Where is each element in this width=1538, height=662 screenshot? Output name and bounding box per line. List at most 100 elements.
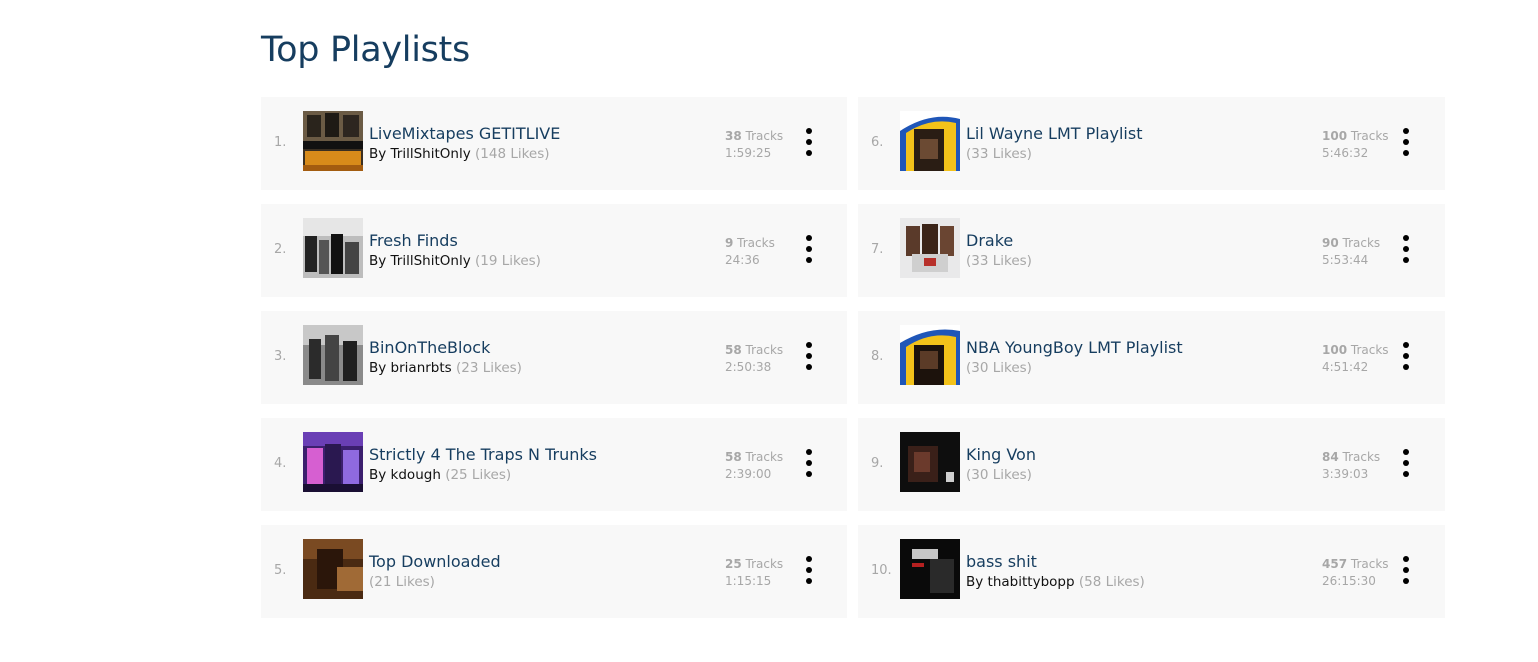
more-options-icon[interactable]: [1398, 342, 1414, 370]
more-options-icon[interactable]: [1398, 449, 1414, 477]
playlist-stats: 58 Tracks 2:50:38: [725, 342, 783, 376]
tracks-label: Tracks: [1338, 236, 1381, 250]
track-count-value: 90: [1322, 236, 1339, 250]
playlist-meta: By kdough (25 Likes): [369, 467, 511, 483]
playlist-cover-art[interactable]: [900, 539, 960, 599]
playlist-stats: 90 Tracks 5:53:44: [1322, 235, 1380, 269]
playlist-likes: (23 Likes): [456, 360, 522, 376]
playlist-stats: 100 Tracks 5:46:32: [1322, 128, 1389, 162]
playlist-card[interactable]: 2. Fresh Finds By TrillShitOnly (19 Like…: [261, 204, 847, 297]
playlist-meta: By TrillShitOnly (148 Likes): [369, 146, 550, 162]
playlist-rank: 2.: [274, 242, 287, 257]
playlist-name[interactable]: LiveMixtapes GETITLIVE: [369, 124, 560, 143]
playlist-likes: (21 Likes): [369, 574, 435, 590]
more-options-icon[interactable]: [1398, 128, 1414, 156]
playlist-cover-art[interactable]: [900, 325, 960, 385]
playlist-duration: 2:50:38: [725, 360, 772, 374]
playlist-name[interactable]: NBA YoungBoy LMT Playlist: [966, 338, 1183, 357]
playlist-name[interactable]: Strictly 4 The Traps N Trunks: [369, 445, 597, 464]
more-options-icon[interactable]: [801, 342, 817, 370]
track-count: 100 Tracks: [1322, 342, 1389, 359]
playlist-cover-art[interactable]: [900, 432, 960, 492]
track-count-value: 38: [725, 129, 742, 143]
track-count-value: 457: [1322, 557, 1348, 571]
tracks-label: Tracks: [1347, 343, 1389, 357]
playlist-cover-art[interactable]: [900, 218, 960, 278]
tracks-label: Tracks: [733, 236, 775, 250]
playlist-stats: 58 Tracks 2:39:00: [725, 449, 783, 483]
playlist-meta: (33 Likes): [966, 146, 1032, 162]
tracks-label: Tracks: [1347, 557, 1389, 571]
playlist-meta: By thabittybopp (58 Likes): [966, 574, 1145, 590]
playlist-card[interactable]: 9. King Von (30 Likes) 84 Tracks 3:39:03: [858, 418, 1445, 511]
by-prefix: By: [369, 467, 391, 483]
playlist-likes: (33 Likes): [966, 146, 1032, 162]
playlist-name[interactable]: Drake: [966, 231, 1013, 250]
playlist-cover-art[interactable]: [303, 539, 363, 599]
playlist-cover-art[interactable]: [900, 111, 960, 171]
more-options-icon[interactable]: [801, 556, 817, 584]
track-count: 38 Tracks: [725, 128, 783, 145]
playlist-cover-art[interactable]: [303, 325, 363, 385]
playlist-card[interactable]: 3. BinOnTheBlock By brianrbts (23 Likes)…: [261, 311, 847, 404]
more-options-icon[interactable]: [801, 235, 817, 263]
playlist-duration: 5:53:44: [1322, 253, 1369, 267]
track-count-value: 58: [725, 343, 742, 357]
more-options-icon[interactable]: [1398, 235, 1414, 263]
tracks-label: Tracks: [741, 129, 784, 143]
playlist-stats: 84 Tracks 3:39:03: [1322, 449, 1380, 483]
playlist-rank: 3.: [274, 349, 287, 364]
playlist-duration: 1:15:15: [725, 574, 772, 588]
track-count: 90 Tracks: [1322, 235, 1380, 252]
playlist-name[interactable]: BinOnTheBlock: [369, 338, 490, 357]
playlist-grid: 1. LiveMixtapes GETITLIVE By TrillShitOn…: [261, 97, 1445, 618]
more-options-icon[interactable]: [801, 449, 817, 477]
tracks-label: Tracks: [741, 557, 784, 571]
tracks-label: Tracks: [1347, 129, 1389, 143]
playlist-author[interactable]: kdough: [391, 467, 441, 483]
track-count: 9 Tracks: [725, 235, 775, 252]
playlist-meta: (33 Likes): [966, 253, 1032, 269]
playlist-card[interactable]: 4. Strictly 4 The Traps N Trunks By kdou…: [261, 418, 847, 511]
playlist-name[interactable]: bass shit: [966, 552, 1037, 571]
playlist-likes: (25 Likes): [445, 467, 512, 483]
playlist-stats: 9 Tracks 24:36: [725, 235, 775, 269]
playlist-name[interactable]: Top Downloaded: [369, 552, 501, 571]
playlist-card[interactable]: 5. Top Downloaded (21 Likes) 25 Tracks 1…: [261, 525, 847, 618]
playlist-likes: (58 Likes): [1078, 574, 1145, 590]
playlist-name[interactable]: Fresh Finds: [369, 231, 458, 250]
playlist-author[interactable]: TrillShitOnly: [391, 253, 471, 269]
playlist-card[interactable]: 1. LiveMixtapes GETITLIVE By TrillShitOn…: [261, 97, 847, 190]
playlist-cover-art[interactable]: [303, 432, 363, 492]
by-prefix: By: [966, 574, 988, 590]
playlist-duration: 3:39:03: [1322, 467, 1369, 481]
track-count: 100 Tracks: [1322, 128, 1389, 145]
playlist-card[interactable]: 6. Lil Wayne LMT Playlist (33 Likes) 100…: [858, 97, 1445, 190]
playlist-duration: 26:15:30: [1322, 574, 1376, 588]
playlist-meta: By brianrbts (23 Likes): [369, 360, 522, 376]
playlist-rank: 9.: [871, 456, 884, 471]
playlist-cover-art[interactable]: [303, 218, 363, 278]
more-options-icon[interactable]: [1398, 556, 1414, 584]
playlist-author[interactable]: thabittybopp: [988, 574, 1075, 590]
playlist-meta: (30 Likes): [966, 360, 1032, 376]
by-prefix: By: [369, 360, 391, 376]
playlist-meta: (21 Likes): [369, 574, 435, 590]
playlist-card[interactable]: 10. bass shit By thabittybopp (58 Likes)…: [858, 525, 1445, 618]
playlist-likes: (30 Likes): [966, 467, 1032, 483]
playlist-stats: 25 Tracks 1:15:15: [725, 556, 783, 590]
playlist-name[interactable]: Lil Wayne LMT Playlist: [966, 124, 1142, 143]
by-prefix: By: [369, 253, 391, 269]
playlist-name[interactable]: King Von: [966, 445, 1036, 464]
playlist-cover-art[interactable]: [303, 111, 363, 171]
track-count: 58 Tracks: [725, 342, 783, 359]
tracks-label: Tracks: [1338, 450, 1381, 464]
playlist-card[interactable]: 7. Drake (33 Likes) 90 Tracks 5:53:44: [858, 204, 1445, 297]
playlist-card[interactable]: 8. NBA YoungBoy LMT Playlist (30 Likes) …: [858, 311, 1445, 404]
track-count-value: 58: [725, 450, 742, 464]
playlist-meta: By TrillShitOnly (19 Likes): [369, 253, 541, 269]
playlist-author[interactable]: brianrbts: [391, 360, 452, 376]
more-options-icon[interactable]: [801, 128, 817, 156]
playlist-stats: 100 Tracks 4:51:42: [1322, 342, 1389, 376]
playlist-author[interactable]: TrillShitOnly: [391, 146, 471, 162]
